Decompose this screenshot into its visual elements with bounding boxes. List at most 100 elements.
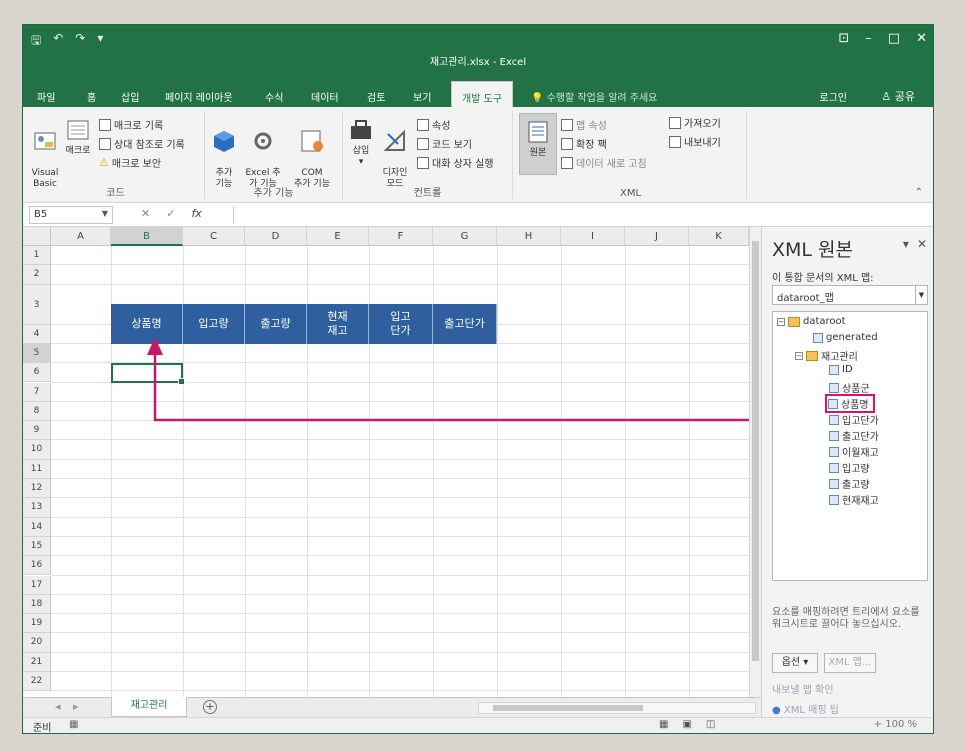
row-header[interactable]: 4 xyxy=(23,324,51,344)
xml-map-select[interactable]: dataroot_맵 ▼ xyxy=(772,285,928,305)
xml-source-button[interactable]: 원본 xyxy=(521,119,555,159)
column-header-a[interactable]: A xyxy=(51,227,111,246)
row-header[interactable]: 13 xyxy=(23,498,51,518)
row-header[interactable]: 5 xyxy=(23,343,51,364)
row-header[interactable]: 15 xyxy=(23,536,51,557)
ribbon-display-icon[interactable]: ⊡ xyxy=(838,31,849,46)
horizontal-scrollbar[interactable] xyxy=(478,702,756,714)
page-break-view-icon[interactable]: ◫ xyxy=(706,719,715,730)
header-cell-inbound-qty[interactable]: 입고량 xyxy=(183,304,245,344)
tree-node-field[interactable]: ID xyxy=(829,364,853,375)
enter-icon[interactable]: ✓ xyxy=(166,207,175,220)
excel-addins-button[interactable]: Excel 추 가 기능 xyxy=(243,117,283,190)
sheet-prev-icon[interactable]: ◂ xyxy=(55,700,61,713)
row-header[interactable]: 20 xyxy=(23,633,51,653)
visual-basic-button[interactable]: Visual Basic xyxy=(29,117,61,190)
row-header[interactable]: 8 xyxy=(23,401,51,422)
tab-developer[interactable]: 개발 도구 xyxy=(451,81,513,107)
customize-qat-icon[interactable]: ▾ xyxy=(97,31,103,52)
column-header-i[interactable]: I xyxy=(561,227,625,246)
tree-node-field[interactable]: 현재재고 xyxy=(829,492,879,507)
normal-view-icon[interactable]: ▦ xyxy=(659,719,668,730)
row-header[interactable]: 18 xyxy=(23,594,51,615)
row-header[interactable]: 21 xyxy=(23,652,51,672)
header-cell-outbound-qty[interactable]: 출고량 xyxy=(245,304,307,344)
sheet-tab-inventory[interactable]: 재고관리 xyxy=(111,697,187,717)
tree-node-field[interactable]: 출고량 xyxy=(829,476,870,491)
properties-button[interactable]: 속성 xyxy=(417,117,450,132)
name-box[interactable]: B5 ▼ xyxy=(29,206,113,224)
scroll-thumb[interactable] xyxy=(752,241,759,661)
header-cell-inbound-price[interactable]: 입고 단가 xyxy=(369,304,433,344)
collapse-ribbon-icon[interactable]: ⌃ xyxy=(915,187,923,198)
tree-node-field[interactable]: 상품군 xyxy=(829,380,870,395)
relative-reference-button[interactable]: 상대 참조로 기록 xyxy=(99,136,185,151)
row-header[interactable]: 16 xyxy=(23,556,51,576)
row-header[interactable]: 10 xyxy=(23,440,51,460)
record-macro-button[interactable]: 매크로 기록 xyxy=(99,117,163,132)
header-cell-current-stock[interactable]: 현재 재고 xyxy=(307,304,369,344)
close-icon[interactable]: ✕ xyxy=(916,31,927,46)
row-header[interactable]: 17 xyxy=(23,575,51,595)
sheet-next-icon[interactable]: ▸ xyxy=(73,700,79,713)
column-header-g[interactable]: G xyxy=(433,227,497,246)
tab-file[interactable]: 파일 xyxy=(37,89,55,104)
map-properties-button[interactable]: 맵 속성 xyxy=(561,117,607,132)
row-header[interactable]: 11 xyxy=(23,459,51,479)
tab-formulas[interactable]: 수식 xyxy=(265,89,283,104)
maximize-icon[interactable]: □ xyxy=(888,31,900,46)
tree-node-field[interactable]: 입고단가 xyxy=(829,412,879,427)
row-header[interactable]: 7 xyxy=(23,382,51,402)
collapse-icon[interactable]: − xyxy=(777,317,785,326)
worksheet-grid[interactable]: A B C D E F G H I J K 1 2 3 4 5 6 7 8 9 10 11 12 13 1… xyxy=(23,227,749,697)
tab-data[interactable]: 데이터 xyxy=(311,89,339,104)
column-header-j[interactable]: J xyxy=(625,227,689,246)
tab-insert[interactable]: 삽입 xyxy=(121,89,139,104)
header-cell-outbound-price[interactable]: 출고단가 xyxy=(433,304,497,344)
minimize-icon[interactable]: – xyxy=(865,31,872,46)
export-button[interactable]: 내보내기 xyxy=(669,134,721,149)
zoom-level[interactable]: + 100 % xyxy=(874,719,917,730)
column-header-e[interactable]: E xyxy=(307,227,369,246)
view-code-button[interactable]: 코드 보기 xyxy=(417,136,472,151)
row-header[interactable]: 1 xyxy=(23,246,51,266)
vertical-scrollbar[interactable] xyxy=(749,227,761,697)
options-button[interactable]: 옵션 ▾ xyxy=(772,653,818,673)
verify-map-link[interactable]: 내보낼 맵 확인 xyxy=(772,681,834,696)
select-all-corner[interactable] xyxy=(23,227,51,246)
run-dialog-button[interactable]: 대화 상자 실행 xyxy=(417,155,494,170)
row-header[interactable]: 3 xyxy=(23,284,51,325)
tree-node-field[interactable]: 상품명 xyxy=(825,394,875,413)
tree-node-field[interactable]: 출고단가 xyxy=(829,428,879,443)
sign-in-link[interactable]: 로그인 xyxy=(819,89,847,104)
tab-page-layout[interactable]: 페이지 레이아웃 xyxy=(165,89,233,104)
undo-icon[interactable]: ↶ xyxy=(53,31,63,52)
header-cell-product-name[interactable]: 상품명 xyxy=(111,304,183,344)
column-header-h[interactable]: H xyxy=(497,227,561,246)
row-header[interactable]: 19 xyxy=(23,614,51,634)
tree-node-generated[interactable]: generated xyxy=(813,332,878,343)
column-header-b[interactable]: B xyxy=(111,227,183,246)
expansion-packs-button[interactable]: 확장 팩 xyxy=(561,136,607,151)
xml-tree[interactable]: − dataroot generated − 재고관리 ID 상품군 상품명 입고단가 출고… xyxy=(772,311,928,581)
column-header-d[interactable]: D xyxy=(245,227,307,246)
new-sheet-icon[interactable]: + xyxy=(203,700,217,714)
tab-home[interactable]: 홈 xyxy=(87,89,96,104)
import-button[interactable]: 가져오기 xyxy=(669,115,721,130)
formula-input[interactable] xyxy=(233,206,929,224)
tree-node-table[interactable]: − 재고관리 xyxy=(795,348,858,363)
insert-control-button[interactable]: 삽입 ▾ xyxy=(347,117,375,168)
tell-me-box[interactable]: 💡 수행할 작업을 알려 주세요 xyxy=(531,89,657,104)
selected-cell-b5[interactable] xyxy=(111,363,185,385)
xml-maps-button[interactable]: XML 맵... xyxy=(824,653,876,673)
tab-view[interactable]: 보기 xyxy=(413,89,431,104)
tree-node-root[interactable]: − dataroot xyxy=(777,316,846,327)
refresh-data-button[interactable]: 데이터 새로 고침 xyxy=(561,155,647,170)
macro-security-button[interactable]: ⚠ 매크로 보안 xyxy=(99,155,161,170)
column-header-c[interactable]: C xyxy=(183,227,245,246)
save-icon[interactable]: 🖫 xyxy=(31,31,41,52)
row-header[interactable]: 2 xyxy=(23,265,51,285)
share-button[interactable]: ♙ 공유 xyxy=(881,88,915,104)
macro-record-icon[interactable]: ▦ xyxy=(69,719,78,730)
row-header[interactable]: 14 xyxy=(23,517,51,537)
